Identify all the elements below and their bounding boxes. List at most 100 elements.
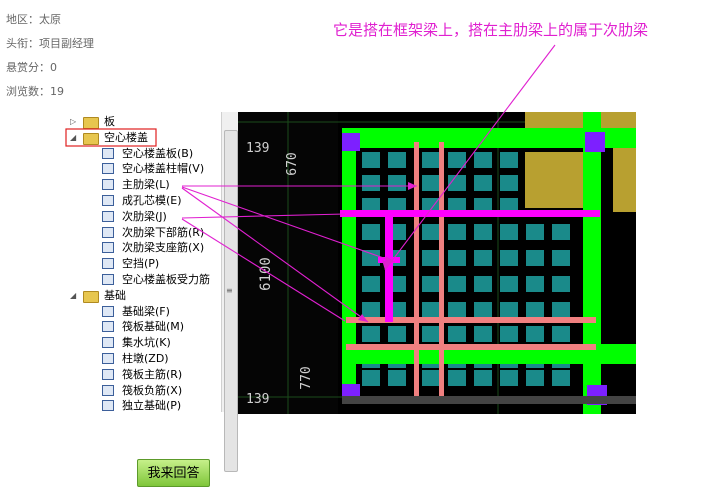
tree-item-label: 筏板主筋(R) (122, 367, 183, 381)
mold-cell (526, 250, 544, 266)
mold-cell (362, 370, 380, 386)
tree-item-label: 空心楼盖柱帽(V) (122, 162, 205, 176)
folder-icon (83, 290, 99, 303)
mold-cell (448, 302, 466, 318)
tree-item-label: 柱墩(ZD) (122, 352, 169, 365)
mold-cell (422, 224, 440, 240)
tree-item-label: 空挡(P) (122, 257, 160, 271)
scroll-grip-icon: ≡ (226, 286, 233, 295)
mold-cell (474, 326, 492, 342)
tree-item-label: 成孔芯模(E) (122, 194, 182, 207)
mold-cell (422, 175, 440, 191)
tree-item-label: 筏板负筋(X) (122, 383, 183, 397)
mold-cell (474, 175, 492, 191)
mold-cell (552, 276, 570, 292)
component-icon (102, 337, 114, 349)
tree-expand-icon[interactable]: ▷ (70, 114, 76, 130)
component-tree[interactable]: ▷ 板 ◢ 空心楼盖空心楼盖板(B) 空心楼盖柱帽(V) 主肋梁(L) 成孔芯模(E) 次肋梁… (64, 112, 221, 412)
cad-bottom-strip (342, 396, 636, 404)
component-icon (102, 163, 114, 175)
info-region: 地区：太原 (6, 13, 61, 26)
mold-cell (448, 152, 466, 168)
mold-cell (500, 276, 518, 292)
dim-text-6100: 6100 (258, 257, 274, 291)
tree-item-label: 筏板基础(M) (122, 320, 185, 334)
mold-cell (448, 250, 466, 266)
mold-cell (526, 370, 544, 386)
dim-text-770: 770 (299, 366, 314, 389)
mold-cell (474, 152, 492, 168)
component-icon (102, 353, 114, 364)
scrollbar-thumb[interactable] (224, 130, 238, 472)
component-icon (102, 147, 114, 159)
tree-item-label: 空心楼盖板(B) (122, 146, 194, 160)
cad-drawing[interactable]: 670 6100 770 139 139 (238, 112, 636, 414)
mold-cell (362, 326, 380, 342)
mold-cell (448, 276, 466, 292)
mold-cell (500, 302, 518, 318)
mold-cell (362, 175, 380, 191)
info-views: 浏览数：19 (6, 85, 64, 98)
mold-cell (422, 326, 440, 342)
mold-cell (474, 250, 492, 266)
info-reward: 悬赏分：0 (6, 61, 57, 74)
component-icon (102, 195, 114, 206)
mold-cell (552, 302, 570, 318)
mold-cell (422, 370, 440, 386)
component-icon (102, 321, 114, 333)
component-icon (102, 368, 114, 380)
mold-cell (500, 250, 518, 266)
tree-item-label: 主肋梁(L) (122, 178, 170, 192)
component-icon (102, 226, 114, 238)
mold-cell (500, 152, 518, 168)
dim-text-670: 670 (285, 152, 300, 175)
mold-cell (474, 370, 492, 386)
mold-cell (552, 326, 570, 342)
mold-cell (422, 152, 440, 168)
mold-cell (422, 250, 440, 266)
mold-cell (500, 326, 518, 342)
info-title: 头衔：项目副经理 (6, 37, 94, 50)
mold-cell (362, 250, 380, 266)
answer-button[interactable]: 我来回答 (137, 459, 210, 487)
mold-cell (388, 370, 406, 386)
mold-cell (388, 175, 406, 191)
mold-cell (526, 302, 544, 318)
component-icon (102, 305, 114, 317)
mold-cell (474, 276, 492, 292)
component-icon (102, 179, 114, 191)
mold-cell (388, 152, 406, 168)
tree-scrollbar[interactable]: ≡ (221, 112, 239, 472)
mold-cell (422, 276, 440, 292)
tree-item-label: 空心楼盖板受力筋 (122, 273, 210, 286)
mold-cell (526, 276, 544, 292)
folder-icon (83, 117, 99, 129)
mold-cell (552, 250, 570, 266)
mold-cell (552, 224, 570, 240)
mold-cell (448, 326, 466, 342)
mold-cell (448, 370, 466, 386)
folder-icon (83, 132, 99, 145)
annotation-text: 它是搭在框架梁上，搭在主肋梁上的属于次肋梁 (333, 21, 649, 39)
tree-item-label: 板 (104, 115, 115, 128)
tree-collapse-icon[interactable]: ◢ (70, 288, 76, 304)
tree-item-label: 独立基础(P) (122, 399, 182, 412)
component-icon (102, 400, 114, 412)
mold-cell (552, 370, 570, 386)
component-icon (102, 242, 114, 254)
tree-collapse-icon[interactable]: ◢ (70, 130, 76, 146)
mold-cell (448, 175, 466, 191)
mold-cell (388, 326, 406, 342)
mold-cell (474, 224, 492, 240)
tree-item-label: 次肋梁支座筋(X) (122, 241, 205, 255)
dim-text-side-bottom: 139 (246, 392, 269, 407)
mold-cell (362, 224, 380, 240)
mold-cell (474, 302, 492, 318)
component-icon (102, 258, 114, 270)
mold-cell (526, 326, 544, 342)
mold-cell (500, 224, 518, 240)
component-icon (102, 274, 114, 285)
tree-item-label: 空心楼盖 (104, 130, 148, 144)
component-icon (102, 384, 114, 396)
mold-cell (362, 302, 380, 318)
